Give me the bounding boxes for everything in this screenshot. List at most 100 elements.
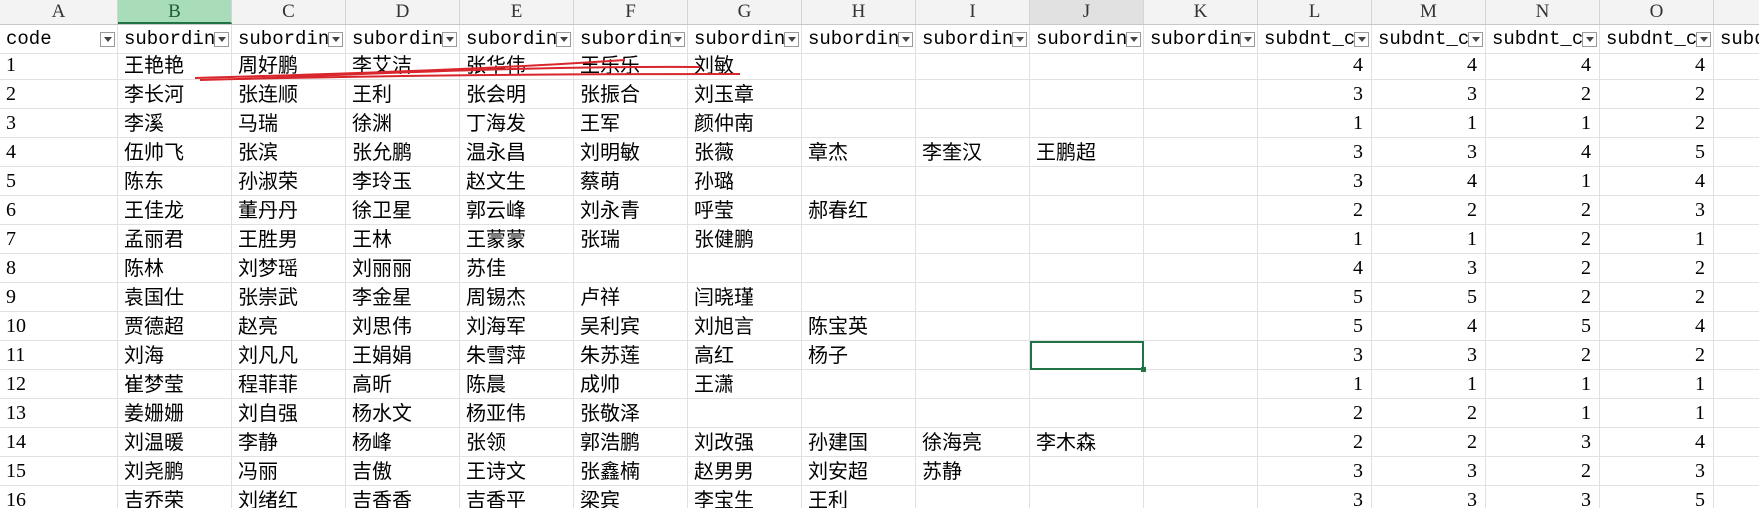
table-cell[interactable] <box>1714 80 1759 109</box>
table-cell[interactable]: 袁国仕 <box>118 283 232 312</box>
filter-dropdown-icon[interactable] <box>784 32 799 47</box>
table-cell[interactable]: 1 <box>0 51 118 80</box>
table-cell[interactable]: 王诗文 <box>460 457 574 486</box>
table-cell[interactable]: 1 <box>1258 370 1372 399</box>
column-header-j[interactable]: J <box>1030 0 1144 24</box>
table-cell[interactable]: 3 <box>1600 457 1714 486</box>
table-cell[interactable]: 高红 <box>688 341 802 370</box>
table-cell[interactable]: 5 <box>1600 486 1714 508</box>
table-cell[interactable]: 朱苏莲 <box>574 341 688 370</box>
header-cell[interactable]: subordin <box>688 25 802 54</box>
table-cell[interactable] <box>1030 167 1144 196</box>
table-cell[interactable] <box>1144 370 1258 399</box>
table-cell[interactable]: 程菲菲 <box>232 370 346 399</box>
table-cell[interactable] <box>1144 486 1258 508</box>
table-cell[interactable]: 郭浩鹏 <box>574 428 688 457</box>
table-cell[interactable] <box>916 341 1030 370</box>
table-cell[interactable]: 王鹏超 <box>1030 138 1144 167</box>
table-cell[interactable]: 陈东 <box>118 167 232 196</box>
table-cell[interactable] <box>802 51 916 80</box>
table-cell[interactable]: 张敬泽 <box>574 399 688 428</box>
table-cell[interactable] <box>1714 109 1759 138</box>
table-cell[interactable]: 2 <box>1600 283 1714 312</box>
table-cell[interactable]: 1 <box>1372 370 1486 399</box>
table-cell[interactable]: 1 <box>1486 109 1600 138</box>
table-cell[interactable]: 3 <box>1372 486 1486 508</box>
table-cell[interactable]: 2 <box>1600 80 1714 109</box>
table-cell[interactable]: 3 <box>1372 457 1486 486</box>
table-cell[interactable]: 11 <box>0 341 118 370</box>
table-cell[interactable]: 崔梦莹 <box>118 370 232 399</box>
table-cell[interactable]: 张领 <box>460 428 574 457</box>
table-cell[interactable] <box>1144 225 1258 254</box>
table-cell[interactable] <box>1714 457 1759 486</box>
table-cell[interactable]: 1 <box>1486 167 1600 196</box>
table-cell[interactable] <box>1030 196 1144 225</box>
table-cell[interactable]: 3 <box>1372 341 1486 370</box>
table-cell[interactable]: 刘温暖 <box>118 428 232 457</box>
table-cell[interactable]: 王利 <box>346 80 460 109</box>
table-cell[interactable]: 王佳龙 <box>118 196 232 225</box>
header-cell[interactable]: subordin <box>1030 25 1144 54</box>
table-cell[interactable] <box>1714 486 1759 508</box>
table-cell[interactable]: 刘思伟 <box>346 312 460 341</box>
table-cell[interactable]: 3 <box>1600 196 1714 225</box>
table-cell[interactable] <box>1714 341 1759 370</box>
table-cell[interactable]: 吉香平 <box>460 486 574 508</box>
table-cell[interactable]: 吴利宾 <box>574 312 688 341</box>
table-cell[interactable] <box>916 486 1030 508</box>
table-cell[interactable]: 颜仲南 <box>688 109 802 138</box>
table-cell[interactable]: 4 <box>1372 167 1486 196</box>
table-cell[interactable]: 5 <box>1486 312 1600 341</box>
table-cell[interactable]: 4 <box>0 138 118 167</box>
filter-dropdown-icon[interactable] <box>1696 32 1711 47</box>
table-cell[interactable]: 5 <box>1258 283 1372 312</box>
table-cell[interactable]: 3 <box>1258 80 1372 109</box>
table-cell[interactable]: 刘梦瑶 <box>232 254 346 283</box>
table-cell[interactable]: 李长河 <box>118 80 232 109</box>
table-cell[interactable]: 王潇 <box>688 370 802 399</box>
table-cell[interactable]: 刘尧鹏 <box>118 457 232 486</box>
active-cell-selection[interactable] <box>1030 341 1146 372</box>
table-cell[interactable]: 王军 <box>574 109 688 138</box>
filter-dropdown-icon[interactable] <box>1126 32 1141 47</box>
table-cell[interactable]: 4 <box>1372 51 1486 80</box>
table-cell[interactable]: 吉傲 <box>346 457 460 486</box>
table-cell[interactable]: 13 <box>0 399 118 428</box>
filter-dropdown-icon[interactable] <box>898 32 913 47</box>
table-cell[interactable]: 4 <box>1600 167 1714 196</box>
table-cell[interactable]: 3 <box>1372 80 1486 109</box>
table-cell[interactable]: 李宝生 <box>688 486 802 508</box>
table-cell[interactable]: 1 <box>1600 225 1714 254</box>
table-cell[interactable]: 4 <box>1258 51 1372 80</box>
header-cell[interactable]: subdnt_c <box>1486 25 1600 54</box>
table-cell[interactable]: 刘自强 <box>232 399 346 428</box>
table-cell[interactable]: 2 <box>1258 399 1372 428</box>
table-cell[interactable]: 刘海 <box>118 341 232 370</box>
table-cell[interactable]: 3 <box>1372 138 1486 167</box>
table-cell[interactable]: 4 <box>1600 51 1714 80</box>
table-cell[interactable] <box>1714 196 1759 225</box>
table-cell[interactable]: 闫晓瑾 <box>688 283 802 312</box>
table-cell[interactable]: 5 <box>1600 138 1714 167</box>
table-cell[interactable]: 3 <box>1258 167 1372 196</box>
table-cell[interactable]: 2 <box>1258 428 1372 457</box>
table-cell[interactable] <box>1144 283 1258 312</box>
table-cell[interactable]: 2 <box>1486 457 1600 486</box>
header-cell[interactable]: subordin <box>802 25 916 54</box>
table-cell[interactable] <box>1714 399 1759 428</box>
table-cell[interactable]: 1 <box>1600 399 1714 428</box>
table-cell[interactable] <box>1144 196 1258 225</box>
table-cell[interactable]: 张振合 <box>574 80 688 109</box>
table-cell[interactable]: 王利 <box>802 486 916 508</box>
table-cell[interactable]: 李金星 <box>346 283 460 312</box>
filter-dropdown-icon[interactable] <box>1582 32 1597 47</box>
table-cell[interactable] <box>916 254 1030 283</box>
table-cell[interactable]: 苏佳 <box>460 254 574 283</box>
table-cell[interactable] <box>1030 399 1144 428</box>
filter-dropdown-icon[interactable] <box>1012 32 1027 47</box>
table-cell[interactable]: 张瑞 <box>574 225 688 254</box>
table-cell[interactable] <box>802 254 916 283</box>
table-cell[interactable]: 杨峰 <box>346 428 460 457</box>
header-cell[interactable]: code <box>0 25 118 54</box>
